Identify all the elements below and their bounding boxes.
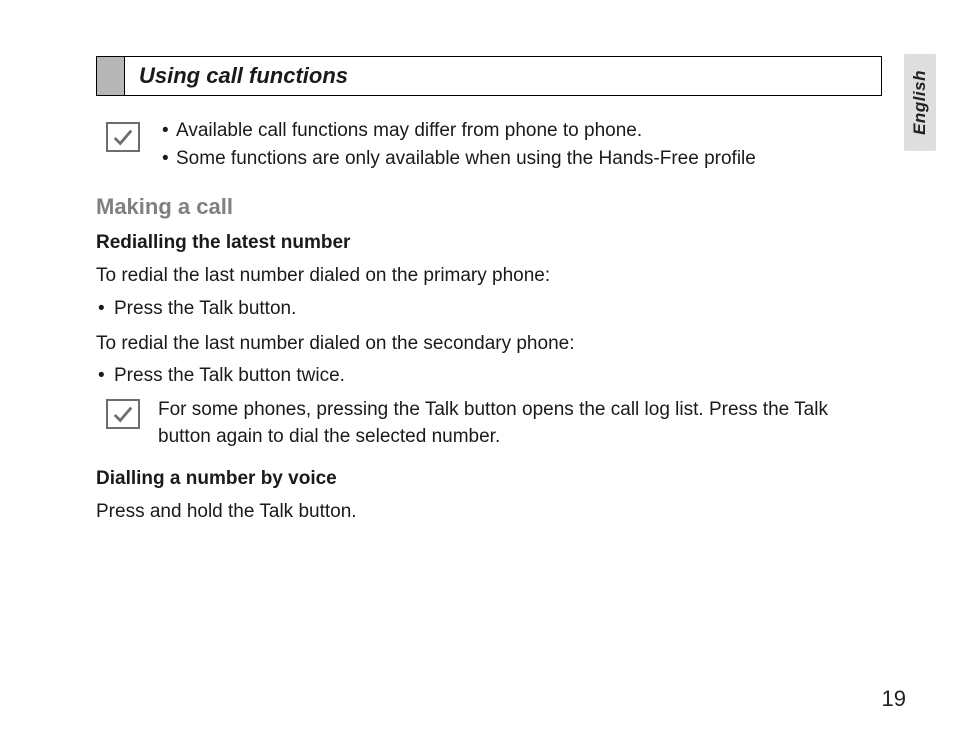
step-list: Press the Talk button twice. (96, 365, 882, 387)
note-block-mid: For some phones, pressing the Talk butto… (106, 397, 882, 450)
section-header-accent (97, 57, 125, 95)
body-text: To redial the last number dialed on the … (96, 330, 882, 358)
section-header: Using call functions (96, 56, 882, 96)
body-text: Press and hold the Talk button. (96, 498, 882, 526)
step-item: Press the Talk button twice. (96, 365, 882, 387)
note-list: Available call functions may differ from… (162, 120, 756, 176)
note-text: For some phones, pressing the Talk butto… (158, 397, 882, 450)
note-block-top: Available call functions may differ from… (106, 120, 882, 176)
step-list: Press the Talk button. (96, 298, 882, 320)
section-title: Using call functions (125, 57, 362, 95)
language-tab: English (904, 54, 936, 151)
manual-page: English Using call functions Available c… (0, 0, 954, 742)
heading-dialling-voice: Dialling a number by voice (96, 468, 882, 490)
heading-redialling: Redialling the latest number (96, 232, 882, 254)
note-item: Some functions are only available when u… (162, 148, 756, 170)
body-text: To redial the last number dialed on the … (96, 262, 882, 290)
checkmark-icon (106, 122, 140, 152)
step-item: Press the Talk button. (96, 298, 882, 320)
heading-making-a-call: Making a call (96, 194, 882, 220)
checkmark-icon (106, 399, 140, 429)
page-number: 19 (882, 686, 906, 712)
note-item: Available call functions may differ from… (162, 120, 756, 142)
